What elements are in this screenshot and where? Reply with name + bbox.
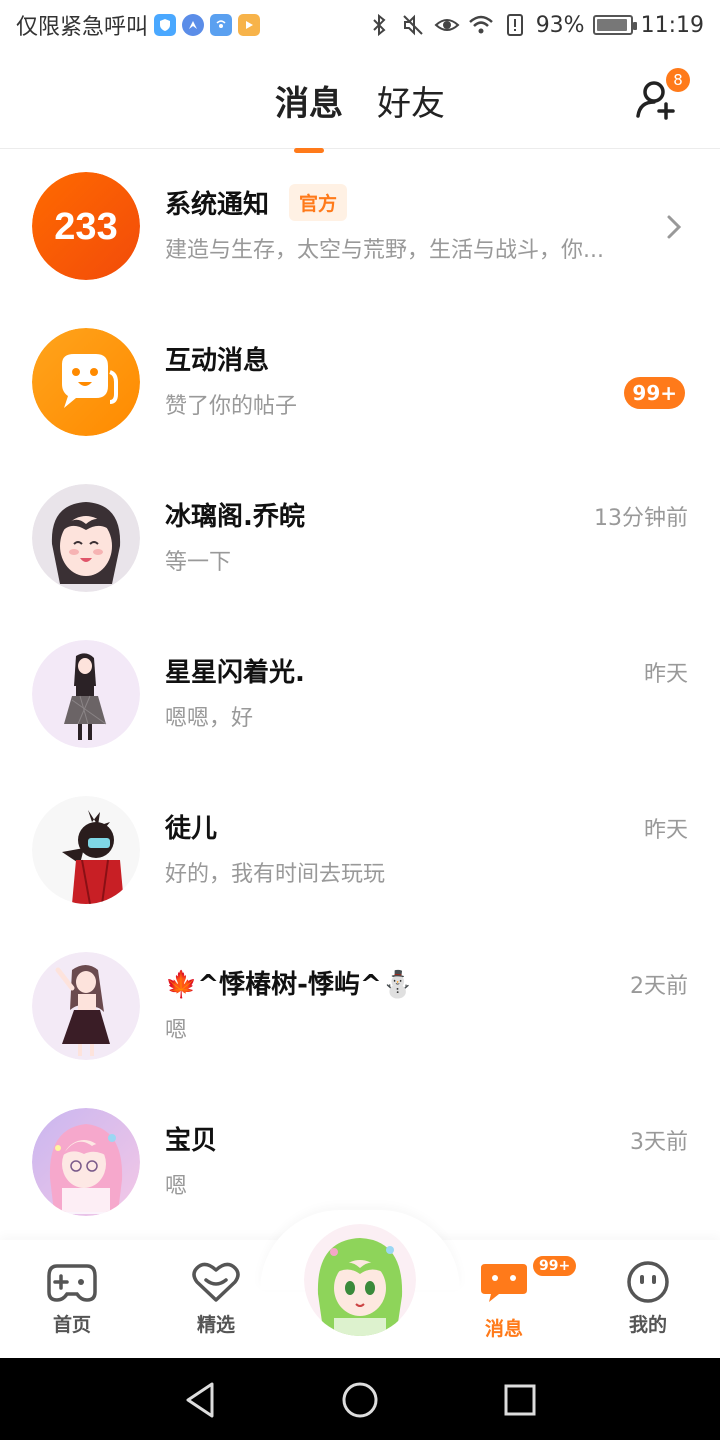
- carrier-text: 仅限紧急呼叫: [16, 15, 149, 40]
- message-time: 昨天: [643, 818, 688, 843]
- gamepad-icon: [47, 1264, 97, 1302]
- message-preview: 嗯: [165, 1174, 188, 1199]
- add-friend-button[interactable]: 8: [634, 68, 690, 122]
- contact-name: 星星闪着光.: [165, 657, 305, 688]
- wifi-icon: [468, 12, 494, 38]
- nav-featured-label: 精选: [196, 1314, 235, 1336]
- nav-messages[interactable]: 99+ 消息: [454, 1254, 579, 1341]
- center-profile-avatar[interactable]: [304, 1224, 416, 1336]
- contact-name: 系统通知: [165, 189, 270, 220]
- battery-fill: [596, 19, 627, 31]
- chat-icon: [481, 1264, 527, 1302]
- message-time: 13分钟前: [594, 506, 688, 531]
- message-preview: 嗯: [165, 1018, 188, 1043]
- compass-app-icon: [182, 14, 205, 36]
- user-avatar: [32, 484, 140, 592]
- bluetooth-icon: [366, 12, 392, 38]
- contact-name: 🍁^悸椿树-悸屿^⛄: [165, 969, 415, 1000]
- list-item-interactions[interactable]: 互动消息 赞了你的帖子 99+: [0, 306, 720, 462]
- list-item-chat[interactable]: 🍁^悸椿树-悸屿^⛄ 嗯 2天前: [0, 930, 720, 1086]
- alert-icon: [502, 12, 528, 38]
- play-app-icon: [238, 14, 261, 36]
- user-avatar: [32, 1108, 140, 1216]
- recents-icon[interactable]: [500, 1380, 540, 1420]
- unread-count-badge: 99+: [624, 377, 685, 409]
- header: 消息 好友 8: [0, 50, 720, 153]
- list-item-chat[interactable]: 星星闪着光. 嗯嗯，好 昨天: [0, 618, 720, 774]
- add-friend-badge: 8: [666, 68, 690, 92]
- svg-text:233: 233: [54, 206, 117, 248]
- nav-messages-label: 消息: [484, 1318, 523, 1340]
- logo-233-avatar: 233: [32, 172, 140, 280]
- chevron-right-icon: [667, 215, 682, 239]
- status-bar: 仅限紧急呼叫 93% 11:19: [0, 0, 720, 50]
- nav-home[interactable]: 首页: [22, 1260, 122, 1337]
- tab-friends-label: 好友: [377, 84, 445, 124]
- message-preview: 好的，我有时间去玩玩: [165, 862, 386, 887]
- tab-friends[interactable]: 好友: [377, 76, 445, 125]
- battery-icon: [592, 15, 637, 35]
- message-time: 昨天: [643, 662, 688, 687]
- signal-app-icon: [210, 14, 233, 36]
- shield-app-icon: [154, 14, 177, 36]
- list-item-system-notice[interactable]: 233 系统通知 官方 建造与生存，太空与荒野，生活与战斗，你...: [0, 150, 720, 306]
- message-list: 233 系统通知 官方 建造与生存，太空与荒野，生活与战斗，你... 互动消息 …: [0, 150, 720, 1242]
- eye-icon: [434, 12, 460, 38]
- home-icon[interactable]: [340, 1380, 380, 1420]
- contact-name: 互动消息: [165, 345, 270, 376]
- user-avatar: [304, 1224, 416, 1336]
- contact-name: 宝贝: [165, 1125, 218, 1156]
- user-avatar: [32, 796, 140, 904]
- official-badge: 官方: [289, 183, 348, 221]
- message-time: 2天前: [630, 974, 688, 999]
- message-preview: 赞了你的帖子: [165, 394, 298, 419]
- system-nav-bar: [0, 1358, 720, 1440]
- list-item-chat[interactable]: 冰璃阁.乔皖 等一下 13分钟前: [0, 462, 720, 618]
- nav-messages-badge: 99+: [531, 1254, 579, 1278]
- message-time: 3天前: [630, 1130, 688, 1155]
- contact-name: 冰璃阁.乔皖: [165, 501, 305, 532]
- message-preview: 建造与生存，太空与荒野，生活与战斗，你...: [165, 238, 604, 263]
- user-avatar: [32, 952, 140, 1060]
- message-preview: 等一下: [165, 550, 232, 575]
- mute-icon: [400, 12, 426, 38]
- user-avatar: [32, 640, 140, 748]
- nav-featured[interactable]: 精选: [166, 1260, 266, 1337]
- bottom-nav: 首页 精选 99+ 消息 我的: [0, 1210, 720, 1358]
- nav-profile-label: 我的: [628, 1314, 667, 1336]
- tab-bar: 消息 好友: [0, 76, 720, 153]
- nav-profile[interactable]: 我的: [598, 1260, 698, 1337]
- back-icon[interactable]: [180, 1380, 220, 1420]
- list-item-chat[interactable]: 徒儿 好的，我有时间去玩玩 昨天: [0, 774, 720, 930]
- tab-messages-label: 消息: [275, 84, 343, 124]
- nav-home-label: 首页: [52, 1314, 91, 1336]
- contact-name: 徒儿: [165, 813, 218, 844]
- battery-percent: 93%: [535, 12, 585, 38]
- tab-messages[interactable]: 消息: [275, 76, 343, 153]
- clock: 11:19: [640, 12, 704, 38]
- interaction-avatar: [32, 328, 140, 436]
- message-preview: 嗯嗯，好: [165, 706, 254, 731]
- heart-icon: [192, 1262, 240, 1302]
- face-icon: [627, 1261, 669, 1303]
